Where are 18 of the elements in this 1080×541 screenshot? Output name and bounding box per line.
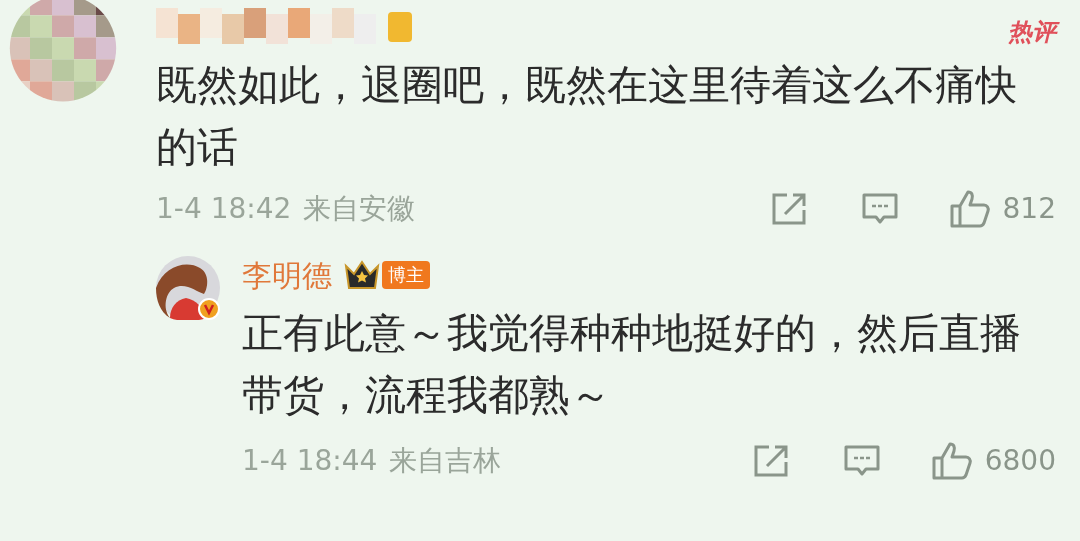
thumbs-up-icon[interactable]	[930, 441, 973, 481]
thumbs-up-icon[interactable]	[948, 189, 991, 229]
comment-icon[interactable]	[842, 444, 881, 478]
author-name[interactable]: 李明德	[242, 252, 332, 298]
comment-location: 来自安徽	[303, 191, 416, 227]
share-icon[interactable]	[770, 192, 809, 226]
crown-icon	[344, 260, 380, 290]
comment-time: 1-4 18:44	[242, 443, 378, 479]
comment-text: 既然如此，退圈吧，既然在这里待着这么不痛快的话	[156, 60, 1018, 173]
reply-text: 正有此意～我觉得种种地挺好的，然后直播带货，流程我都熟～	[242, 308, 1022, 421]
comment-icon[interactable]	[860, 192, 899, 226]
blogger-badge: 博主	[382, 261, 430, 289]
like-count: 812	[1002, 191, 1056, 227]
like-count: 6800	[984, 443, 1056, 479]
avatar[interactable]	[156, 256, 220, 320]
comment-time: 1-4 18:42	[156, 191, 292, 227]
share-icon[interactable]	[752, 444, 791, 478]
comment-location: 来自吉林	[389, 443, 502, 479]
